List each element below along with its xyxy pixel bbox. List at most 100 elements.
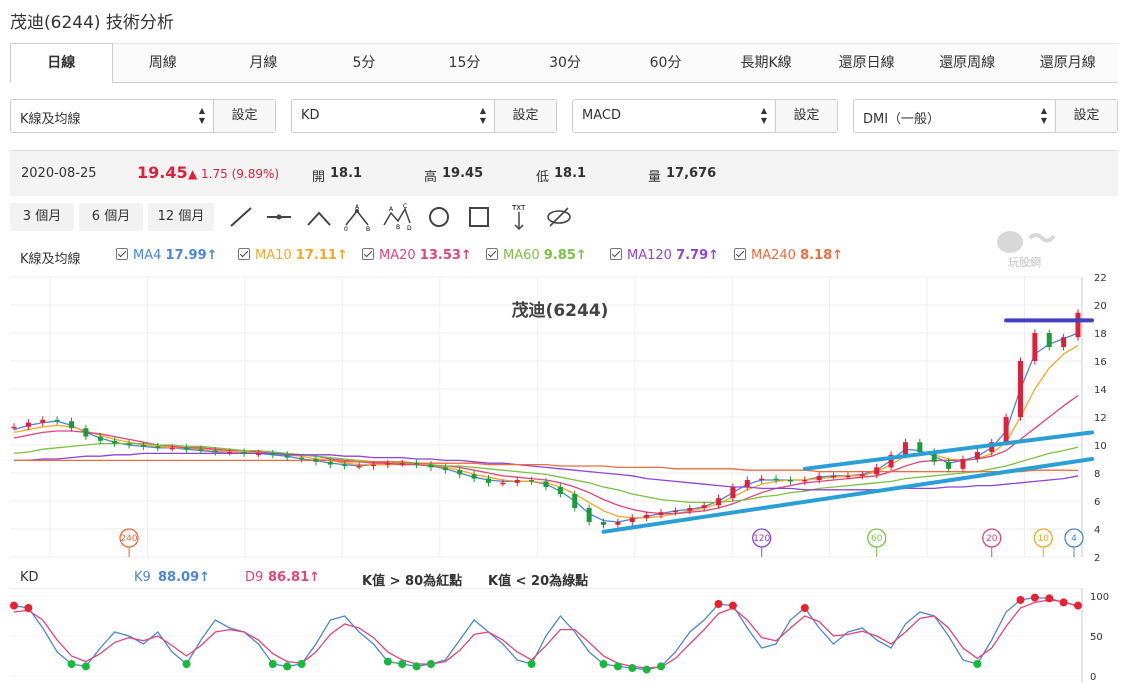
kd-green-dot — [657, 662, 666, 671]
kd-red-dot — [1030, 593, 1039, 602]
main-indicator-select[interactable]: K線及均線 ▲ ▼ 設定 — [10, 99, 276, 133]
kd-chart[interactable]: 0 50 100 — [0, 588, 1128, 683]
y-tick-label: 6 — [1094, 497, 1100, 508]
candle-body — [644, 515, 650, 518]
indicator-2-select[interactable]: KD ▲ ▼ 設定 — [291, 99, 557, 133]
tab-monthly[interactable]: 月線 — [213, 43, 314, 82]
ma-value: 13.53↑ — [419, 248, 472, 263]
range-3-months-button[interactable]: 3 個月 — [10, 203, 74, 231]
kd-label: KD — [20, 570, 39, 585]
candle-body — [1003, 417, 1009, 443]
segment-tool-icon[interactable] — [264, 203, 294, 231]
tab-adjusted-monthly[interactable]: 還原月線 — [1017, 43, 1119, 82]
kd-green-dot — [383, 657, 392, 666]
kd-green-dot — [297, 660, 306, 668]
candle-body — [744, 480, 750, 487]
kd-red-dot — [24, 604, 33, 612]
y-tick-label: 14 — [1094, 385, 1107, 396]
range-12-months-button[interactable]: 12 個月 — [148, 203, 214, 231]
tab-adjusted-daily[interactable]: 還原日線 — [816, 43, 917, 82]
candle-body — [1017, 361, 1023, 417]
tab-30min[interactable]: 30分 — [514, 43, 616, 82]
candle-body — [327, 461, 333, 465]
indicator-4-select[interactable]: DMI（一般） ▲ ▼ 設定 — [853, 99, 1118, 133]
ma60-toggle[interactable]: MA60 9.85↑ — [486, 248, 587, 263]
tab-15min[interactable]: 15分 — [414, 43, 515, 82]
kd-green-dot — [527, 660, 536, 668]
ma-line-ma10 — [13, 344, 1079, 519]
candle-body — [831, 475, 837, 478]
kd-red-dot — [714, 600, 723, 608]
indicator-3-select[interactable]: MACD ▲ ▼ 設定 — [572, 99, 838, 133]
kd-green-dot — [67, 660, 76, 668]
k9-name: K9 — [134, 570, 151, 585]
checkbox-icon[interactable] — [734, 248, 746, 260]
tab-daily[interactable]: 日線 — [10, 43, 113, 83]
ma120-toggle[interactable]: MA120 7.79↑ — [610, 248, 719, 263]
ma240-toggle[interactable]: MA240 8.18↑ — [734, 248, 843, 263]
tab-5min[interactable]: 5分 — [313, 43, 415, 82]
kd-green-dot-note: K值 < 20為綠點 — [488, 574, 589, 589]
ma20-toggle[interactable]: MA20 13.53↑ — [362, 248, 472, 263]
candle-body — [370, 464, 376, 467]
candle-body — [270, 453, 276, 455]
settings-button[interactable]: 設定 — [1055, 100, 1117, 132]
ma-name: MA60 — [503, 248, 540, 263]
y-tick-label: 4 — [1094, 525, 1100, 536]
candle-body — [485, 478, 491, 483]
checkbox-icon[interactable] — [610, 248, 622, 260]
ma-name: MA10 — [255, 248, 292, 263]
price-chart[interactable]: 2 4 6 8 10 12 14 16 18 20 22 茂迪(6244) 240 120 60 20 10 4 — [0, 270, 1128, 562]
abc-tool-icon[interactable]: A 0 B — [342, 203, 372, 231]
kd-green-dot — [268, 660, 277, 668]
candle-body — [442, 467, 448, 471]
tool-label: TXT — [511, 204, 526, 212]
chart-title: 茂迪(6244) — [512, 300, 609, 321]
settings-button[interactable]: 設定 — [213, 100, 275, 132]
abcd-tool-icon[interactable]: A C B D — [382, 203, 412, 231]
candle-body — [716, 498, 722, 506]
ma-name: MA120 — [627, 248, 672, 263]
settings-button[interactable]: 設定 — [775, 100, 837, 132]
tab-60min[interactable]: 60分 — [615, 43, 716, 82]
tab-adjusted-weekly[interactable]: 還原周線 — [916, 43, 1018, 82]
candle-body — [140, 445, 146, 447]
kd-green-dot — [412, 662, 421, 671]
candle-body — [399, 463, 405, 465]
candle-body — [342, 464, 348, 467]
candle-body — [974, 452, 980, 459]
candle-body — [859, 474, 865, 476]
d9-name: D9 — [245, 570, 264, 585]
ma10-toggle[interactable]: MA10 17.11↑ — [238, 248, 348, 263]
ma-name: MA20 — [379, 248, 416, 263]
quote-change: ▲ 1.75 (9.89%) — [188, 167, 280, 181]
angle-tool-icon[interactable] — [304, 203, 334, 231]
range-6-months-button[interactable]: 6 個月 — [79, 203, 143, 231]
checkbox-icon[interactable] — [116, 248, 128, 260]
tab-weekly[interactable]: 周線 — [112, 43, 214, 82]
rectangle-tool-icon[interactable] — [464, 203, 494, 231]
quote-date: 2020-08-25 — [21, 166, 97, 181]
ma-value: 9.85↑ — [543, 248, 587, 263]
checkbox-icon[interactable] — [362, 248, 374, 260]
circle-tool-icon[interactable] — [424, 203, 454, 231]
select-arrows-icon: ▲ ▼ — [198, 106, 205, 125]
tab-long-term[interactable]: 長期K線 — [715, 43, 817, 82]
ma-value: 7.79↑ — [676, 248, 720, 263]
line-tool-icon[interactable] — [226, 203, 256, 231]
checkbox-icon[interactable] — [238, 248, 250, 260]
y-tick-label: 12 — [1094, 413, 1107, 424]
candle-body — [730, 487, 736, 499]
settings-button[interactable]: 設定 — [494, 100, 556, 132]
kd-line-k9 — [13, 596, 1079, 671]
ma-marker-label: 240 — [120, 534, 137, 544]
checkbox-icon[interactable] — [486, 248, 498, 260]
ma4-toggle[interactable]: MA4 17.99↑ — [116, 248, 218, 263]
high-label: 高 — [424, 170, 438, 185]
select-value: K線及均線 — [20, 112, 81, 127]
candle-body — [25, 422, 31, 427]
select-value: MACD — [582, 108, 621, 123]
candle-body — [773, 478, 779, 481]
text-tool-icon[interactable]: TXT — [504, 203, 534, 231]
hide-tool-icon[interactable] — [544, 203, 574, 231]
